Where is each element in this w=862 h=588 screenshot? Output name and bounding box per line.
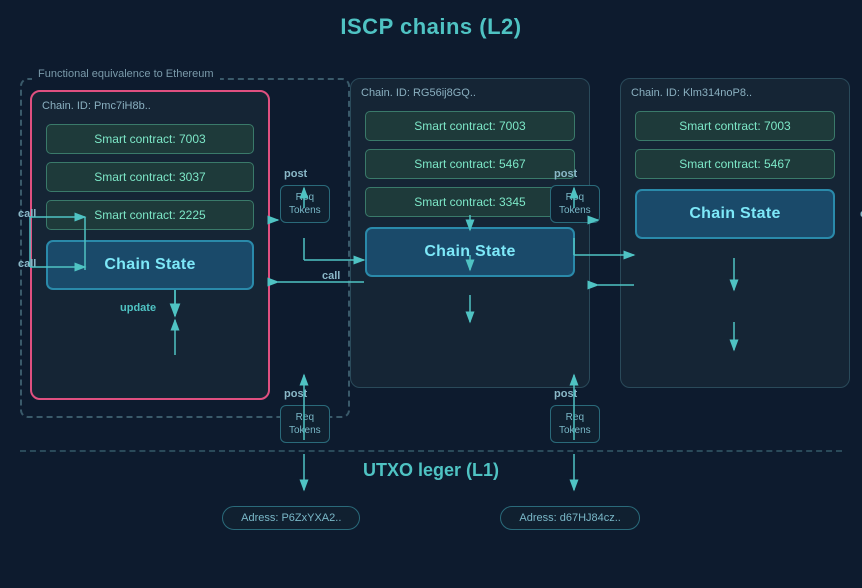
sc-badge-2-0: Smart contract: 7003 <box>365 111 575 141</box>
update-label: update <box>120 302 156 314</box>
post-label-4: post <box>554 388 577 400</box>
diagram-area: Functional equivalence to Ethereum Chain… <box>20 60 842 518</box>
chain-state-2[interactable]: Chain State <box>365 227 575 277</box>
sc-badge-3-1: Smart contract: 5467 <box>635 149 835 179</box>
req-tokens-2: ReqTokens <box>280 405 330 443</box>
sc-badge-1-0: Smart contract: 7003 <box>46 124 254 154</box>
address-badge-2: Adress: d67HJ84cz.. <box>500 506 640 530</box>
req-tokens-3: ReqTokens <box>550 185 600 223</box>
chain-card-1: Chain. ID: Pmc7iH8b.. Smart contract: 70… <box>30 90 270 400</box>
sc-badge-3-0: Smart contract: 7003 <box>635 111 835 141</box>
chain-card-3: Chain. ID: Klm314noP8.. Smart contract: … <box>620 78 850 388</box>
main-title: ISCP chains (L2) <box>0 0 862 40</box>
call-label-2: call <box>18 258 36 270</box>
sc-badge-1-1: Smart contract: 3037 <box>46 162 254 192</box>
post-label-1: post <box>284 168 307 180</box>
call-label-3: call <box>322 270 340 282</box>
utxo-section: UTXO leger (L1) <box>20 460 842 489</box>
post-label-3: post <box>554 168 577 180</box>
req-tokens-1: ReqTokens <box>280 185 330 223</box>
sc-badge-2-2: Smart contract: 3345 <box>365 187 575 217</box>
chain-id-3: Chain. ID: Klm314noP8.. <box>621 79 849 103</box>
sc-badge-1-2: Smart contract: 2225 <box>46 200 254 230</box>
req-tokens-4: ReqTokens <box>550 405 600 443</box>
address-badges: Adress: P6ZxYXA2.. Adress: d67HJ84cz.. <box>20 506 842 530</box>
chain-state-3[interactable]: Chain State <box>635 189 835 239</box>
chain-card-2: Chain. ID: RG56ij8GQ.. Smart contract: 7… <box>350 78 590 388</box>
chain-state-1[interactable]: Chain State <box>46 240 254 290</box>
call-label-1: call <box>18 208 36 220</box>
utxo-title: UTXO leger (L1) <box>20 460 842 481</box>
address-badge-1: Adress: P6ZxYXA2.. <box>222 506 360 530</box>
chain-id-1: Chain. ID: Pmc7iH8b.. <box>32 92 268 116</box>
post-label-2: post <box>284 388 307 400</box>
sc-badge-2-1: Smart contract: 5467 <box>365 149 575 179</box>
utxo-separator <box>20 450 842 452</box>
chain-id-2: Chain. ID: RG56ij8GQ.. <box>351 79 589 103</box>
eth-label: Functional equivalence to Ethereum <box>32 68 220 80</box>
